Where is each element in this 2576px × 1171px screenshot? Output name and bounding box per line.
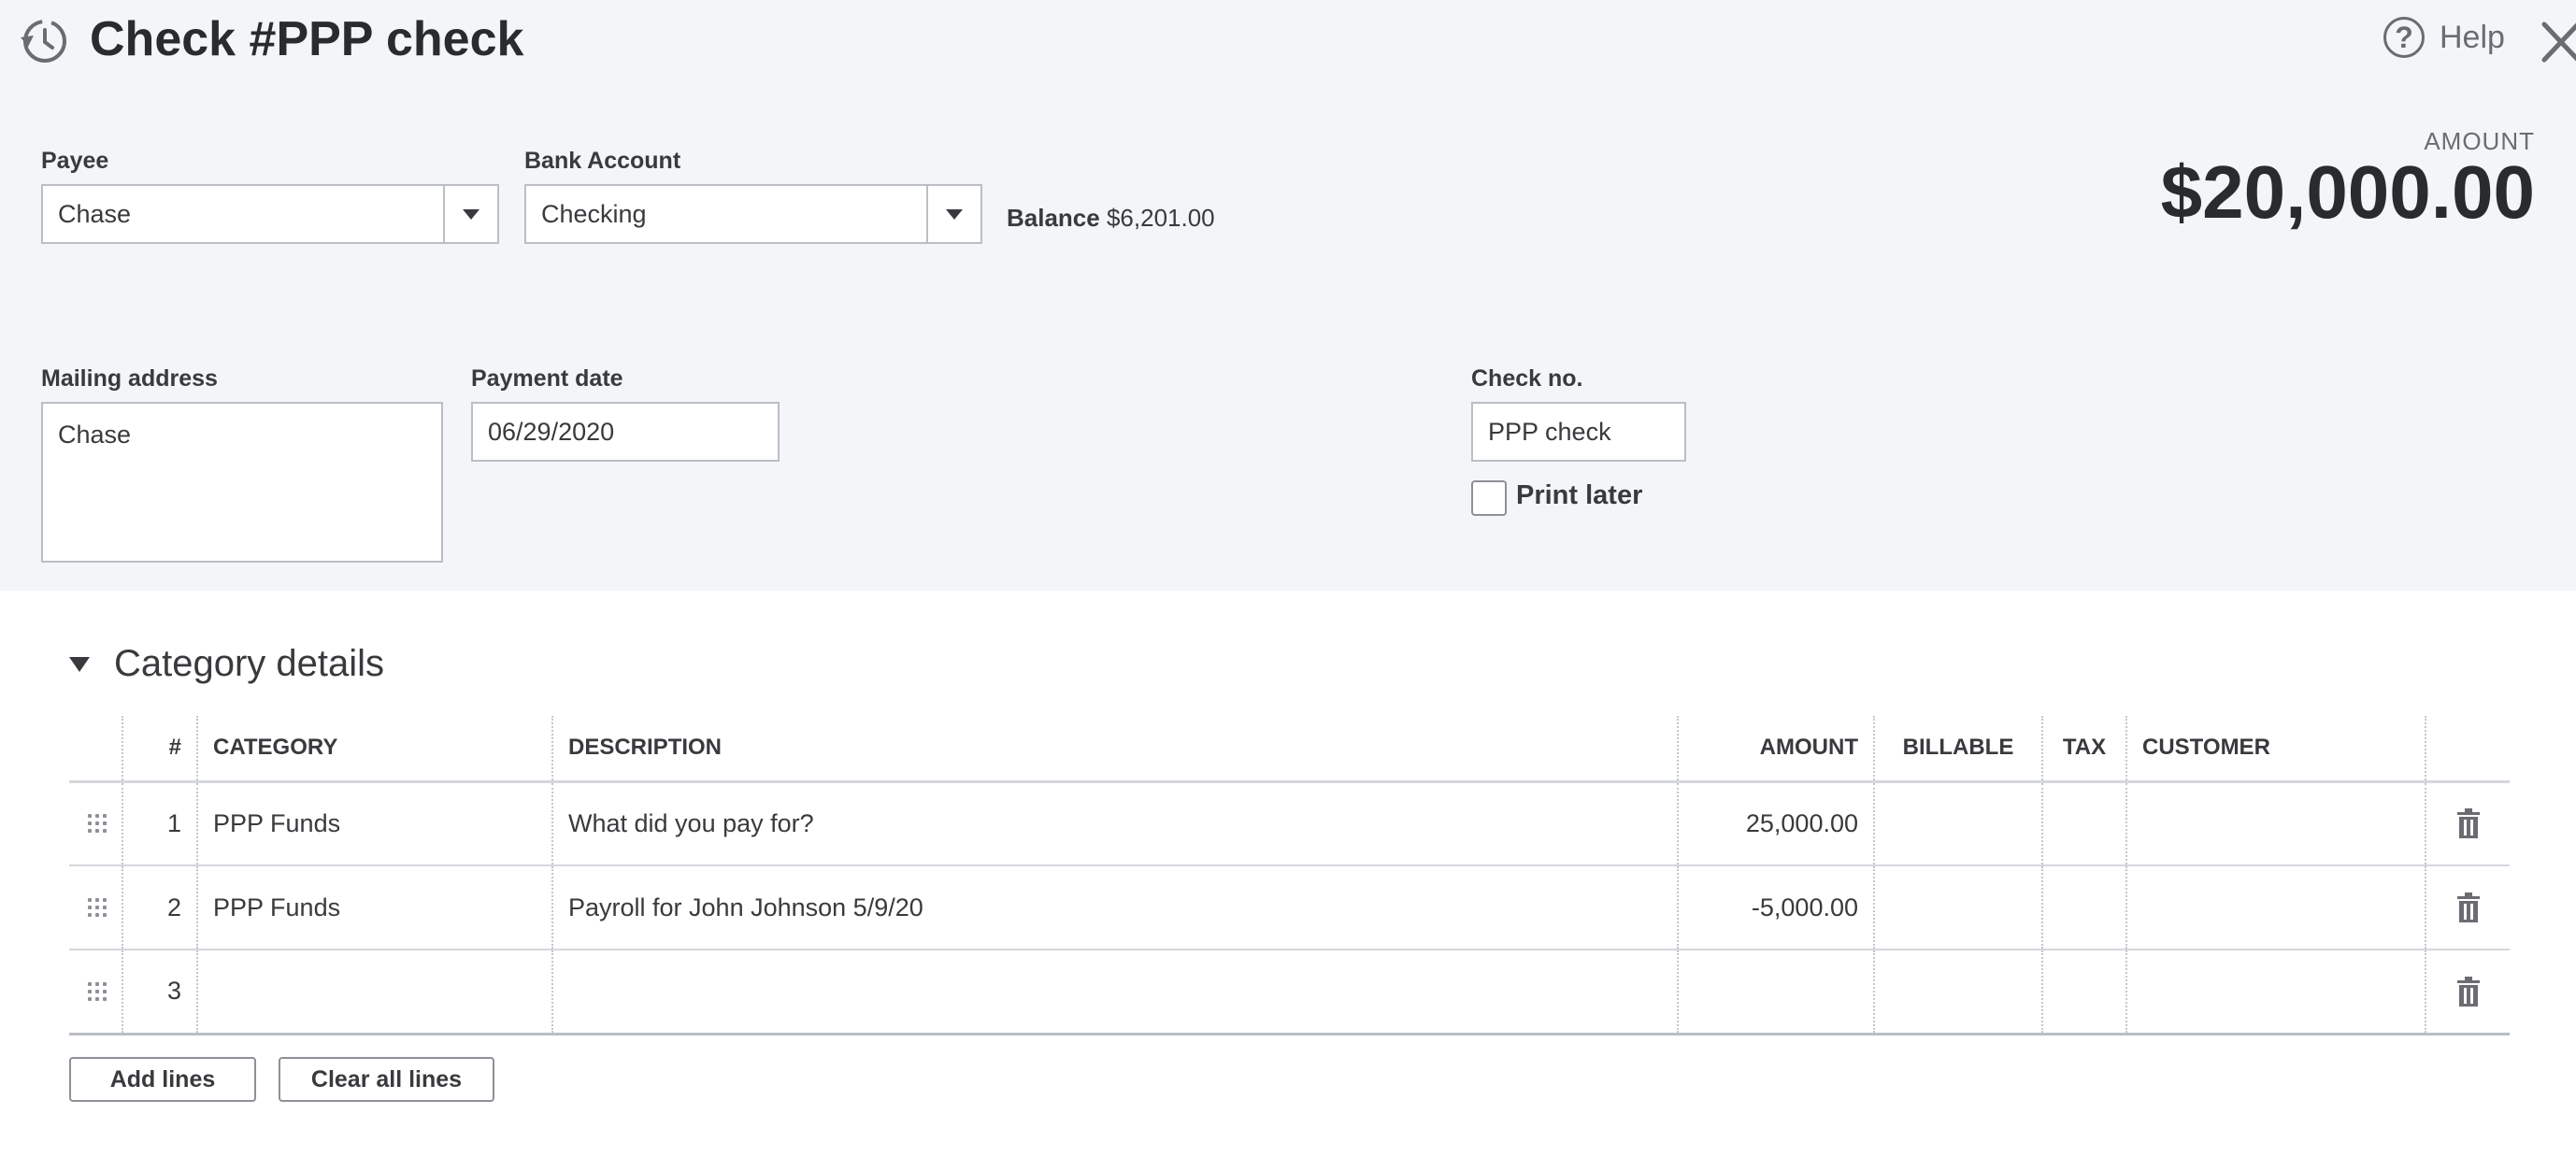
- billable-cell[interactable]: [1873, 865, 2042, 950]
- bank-account-select[interactable]: Checking: [524, 184, 982, 244]
- drag-handle-icon: [88, 898, 107, 917]
- check-no-field[interactable]: PPP check: [1471, 402, 1686, 462]
- trash-icon: [2456, 893, 2480, 922]
- delete-row-button[interactable]: [2425, 950, 2510, 1035]
- table-row[interactable]: 1 PPP Funds What did you pay for? 25,000…: [69, 781, 2510, 866]
- column-header-tax: TAX: [2041, 716, 2126, 783]
- customer-cell[interactable]: [2125, 865, 2426, 950]
- help-circle-icon: ?: [2383, 17, 2425, 58]
- tax-cell[interactable]: [2041, 950, 2126, 1035]
- check-no-value: PPP check: [1488, 417, 1611, 446]
- column-header-billable: BILLABLE: [1873, 716, 2042, 783]
- payee-select[interactable]: Chase: [41, 184, 499, 244]
- mailing-address-label: Mailing address: [41, 365, 218, 392]
- customer-cell[interactable]: [2125, 950, 2426, 1035]
- help-button[interactable]: ? Help: [2383, 17, 2505, 58]
- balance-value: $6,201.00: [1106, 204, 1215, 232]
- drag-handle[interactable]: [69, 865, 122, 950]
- column-header-num: #: [122, 716, 197, 783]
- table-header-row: # CATEGORY DESCRIPTION AMOUNT BILLABLE T…: [69, 716, 2510, 783]
- amount-cell[interactable]: [1677, 950, 1874, 1035]
- column-header-category: CATEGORY: [196, 716, 552, 783]
- row-number: 1: [122, 781, 197, 866]
- trash-icon: [2456, 976, 2480, 1007]
- page-title: Check #PPP check: [90, 12, 524, 66]
- print-later-label: Print later: [1516, 480, 1643, 510]
- amount-total: $20,000.00: [2160, 150, 2535, 234]
- mailing-address-field[interactable]: Chase: [41, 402, 443, 563]
- category-cell[interactable]: PPP Funds: [196, 781, 552, 866]
- drag-handle-icon: [88, 814, 107, 834]
- category-cell[interactable]: PPP Funds: [196, 865, 552, 950]
- amount-cell[interactable]: -5,000.00: [1677, 865, 1874, 950]
- chevron-down-icon: [946, 208, 963, 220]
- description-cell[interactable]: [551, 950, 1678, 1035]
- payee-value: Chase: [58, 199, 132, 228]
- row-number: 3: [122, 950, 197, 1035]
- clear-all-lines-button[interactable]: Clear all lines: [279, 1057, 494, 1102]
- bank-account-dropdown-button[interactable]: [926, 186, 980, 242]
- category-details-title: Category details: [114, 643, 385, 684]
- billable-cell[interactable]: [1873, 781, 2042, 866]
- help-label: Help: [2440, 19, 2505, 55]
- mailing-address-value: Chase: [58, 421, 132, 449]
- check-no-label: Check no.: [1471, 365, 1583, 392]
- payment-date-field[interactable]: 06/29/2020: [471, 402, 780, 462]
- history-clock-icon[interactable]: [17, 15, 69, 67]
- payment-date-value: 06/29/2020: [488, 417, 615, 446]
- delete-row-button[interactable]: [2425, 781, 2510, 866]
- collapse-triangle-icon: [69, 656, 90, 672]
- bank-account-label: Bank Account: [524, 148, 681, 174]
- tax-cell[interactable]: [2041, 781, 2126, 866]
- bank-account-value: Checking: [541, 199, 647, 228]
- column-header-customer: CUSTOMER: [2125, 716, 2426, 783]
- description-cell[interactable]: Payroll for John Johnson 5/9/20: [551, 865, 1678, 950]
- billable-cell[interactable]: [1873, 950, 2042, 1035]
- delete-column-header: [2425, 716, 2510, 783]
- table-row[interactable]: 2 PPP Funds Payroll for John Johnson 5/9…: [69, 865, 2510, 950]
- category-table: # CATEGORY DESCRIPTION AMOUNT BILLABLE T…: [69, 716, 2510, 1035]
- column-header-amount: AMOUNT: [1677, 716, 1874, 783]
- print-later-checkbox[interactable]: [1471, 480, 1507, 516]
- payee-label: Payee: [41, 148, 109, 174]
- description-cell[interactable]: What did you pay for?: [551, 781, 1678, 866]
- table-row[interactable]: 3: [69, 950, 2510, 1035]
- drag-handle-icon: [88, 981, 107, 1001]
- payee-dropdown-button[interactable]: [443, 186, 497, 242]
- amount-cell[interactable]: 25,000.00: [1677, 781, 1874, 866]
- category-details-toggle[interactable]: Category details: [69, 643, 384, 685]
- payment-date-label: Payment date: [471, 365, 623, 392]
- category-cell[interactable]: [196, 950, 552, 1035]
- customer-cell[interactable]: [2125, 781, 2426, 866]
- delete-row-button[interactable]: [2425, 865, 2510, 950]
- trash-icon: [2456, 808, 2480, 839]
- tax-cell[interactable]: [2041, 865, 2126, 950]
- drag-handle[interactable]: [69, 781, 122, 866]
- drag-column-header: [69, 716, 122, 783]
- balance-display: Balance $6,201.00: [1007, 204, 1215, 233]
- balance-label: Balance: [1007, 204, 1100, 232]
- add-lines-button[interactable]: Add lines: [69, 1057, 256, 1102]
- row-number: 2: [122, 865, 197, 950]
- chevron-down-icon: [463, 208, 479, 220]
- column-header-description: DESCRIPTION: [551, 716, 1678, 783]
- drag-handle[interactable]: [69, 950, 122, 1035]
- close-icon[interactable]: [2540, 17, 2576, 67]
